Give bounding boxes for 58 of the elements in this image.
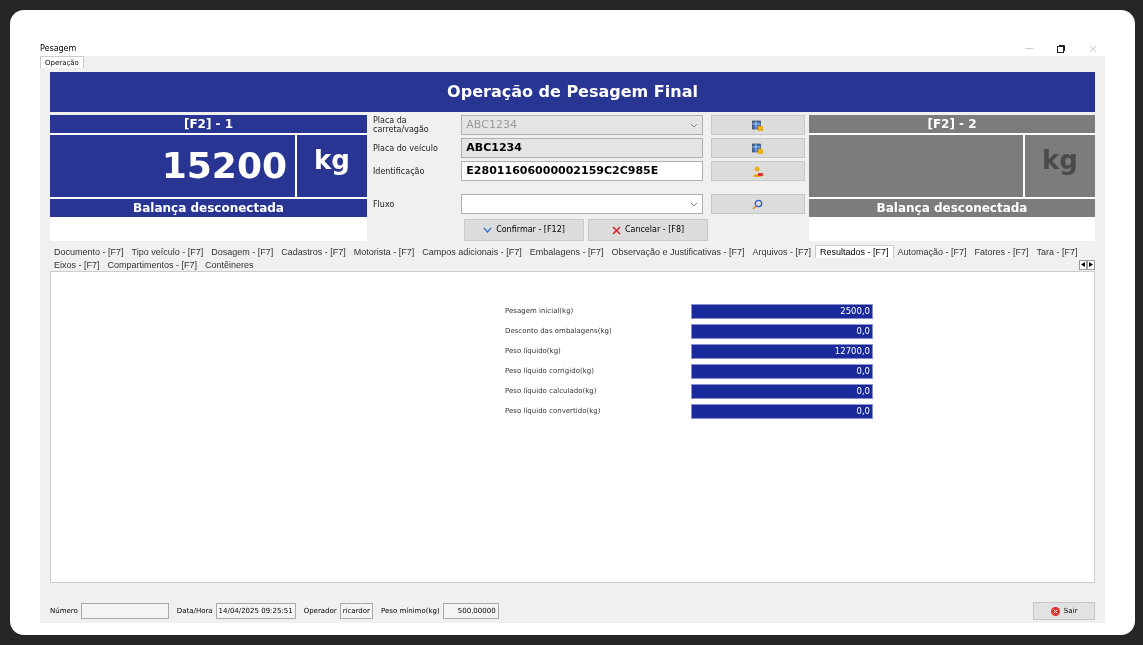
lookup-button[interactable] [710,138,805,158]
weight-display: 15200 [50,135,295,197]
unit-label: kg [297,135,367,197]
input-field[interactable]: ABC1234 [461,138,703,158]
header-title: Operação de Pesagem Final [50,72,1095,112]
result-value: 0,0 [691,404,873,419]
section-tab[interactable]: Resultados - [F7] [815,245,894,258]
result-value: 0,0 [691,384,873,399]
close-icon [611,225,621,235]
field-label: Identificação [373,166,426,176]
search-icon [752,198,764,210]
table-icon [752,142,764,154]
scale-label: [F2] - 2 [809,115,1095,133]
scale-status: Balança desconectada [50,199,367,217]
scale-status: Balança desconectada [809,199,1095,217]
result-value: 0,0 [691,324,873,339]
section-tab[interactable]: Compartimentos - [F7] [103,258,202,271]
section-tab[interactable]: Arquivos - [F7] [748,245,815,258]
lookup-button[interactable] [710,115,805,135]
section-tab[interactable]: Tara - [F7] [1032,245,1082,258]
section-tab[interactable]: Contêineres [201,258,258,271]
person-icon [752,165,764,177]
section-tab[interactable]: Dosagem - [F7] [207,245,278,258]
result-value: 12700,0 [691,344,873,359]
chevron-down-icon [689,122,698,128]
restore-icon[interactable] [1057,45,1065,53]
table-icon [752,119,764,131]
close-icon[interactable] [1089,45,1097,53]
dropdown-field[interactable] [461,194,703,214]
confirm-button[interactable]: Confirmar - [F12] [464,219,584,241]
minimize-icon[interactable] [1025,48,1033,50]
scale-label: [F2] - 1 [50,115,367,133]
section-tab[interactable]: Documento - [F7] [50,245,128,258]
section-tab[interactable]: Embalagens - [F7] [525,245,608,258]
section-tab[interactable]: Eixos - [F7] [50,258,104,271]
result-value: 2500,0 [691,304,873,319]
right-arrow-icon [1089,262,1093,267]
section-tab[interactable]: Cadastros - [F7] [277,245,350,258]
check-icon [483,227,493,233]
section-tab[interactable]: Automação - [F7] [893,245,971,258]
section-tab[interactable]: Fatores - [F7] [970,245,1033,258]
lookup-button[interactable] [710,161,805,181]
cancel-button[interactable]: Cancelar - [F8] [588,219,708,241]
result-value: 0,0 [691,364,873,379]
input-field[interactable]: E28011606000002159C2C985E [461,161,703,181]
section-tab[interactable]: Observação e Justificativas - [F7] [607,245,749,258]
field-label: Placa do veículo [373,143,439,153]
left-arrow-icon [1081,262,1085,267]
window-title: Pesagem [40,43,77,55]
close-circle-icon [1050,606,1060,616]
chevron-down-icon [689,201,698,207]
scroll-right-button[interactable] [1087,259,1095,270]
field-label: Placa da carreta/vagão [373,116,430,134]
lookup-button[interactable] [710,194,805,214]
section-tab[interactable]: Tipo veículo - [F7] [127,245,208,258]
section-tab[interactable]: Motorista - [F7] [349,245,419,258]
field-label: Fluxo [373,199,396,209]
section-tab[interactable]: Campos adicionais - [F7] [418,245,526,258]
